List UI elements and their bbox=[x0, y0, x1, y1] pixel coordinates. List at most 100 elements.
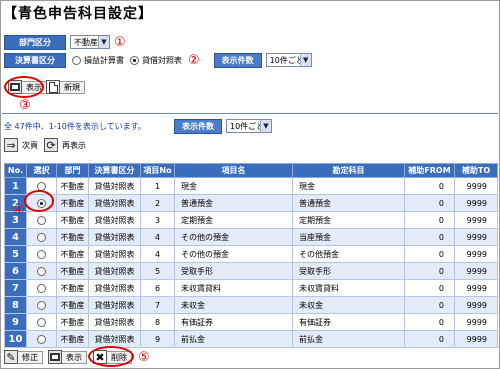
row-item-name: 普通預金 bbox=[174, 194, 293, 212]
row-item-no: 6 bbox=[140, 279, 175, 297]
row-select-radio[interactable] bbox=[37, 334, 46, 344]
count-select[interactable]: 10件ごと ▼ bbox=[265, 53, 312, 67]
radio-pl-label: 損益計算書 bbox=[84, 55, 124, 65]
row-select-radio[interactable] bbox=[37, 266, 46, 276]
next-page-button[interactable]: ⇒ 次頁 bbox=[4, 138, 42, 152]
row-select-cell bbox=[26, 330, 57, 348]
row-sub-to: 9999 bbox=[454, 211, 498, 229]
dept-select[interactable]: 不動産 ▼ bbox=[70, 35, 110, 49]
row-select-cell bbox=[26, 262, 57, 280]
row-report: 貸借対照表 bbox=[88, 330, 141, 348]
row-select-radio[interactable] bbox=[37, 249, 46, 259]
row-number: 1 bbox=[4, 177, 27, 195]
row-item-no: 9 bbox=[140, 330, 175, 348]
list-count-select[interactable]: 10件ごと ▼ bbox=[226, 119, 272, 133]
next-page-label: 次頁 bbox=[22, 140, 38, 150]
table-row: 4 不動産 貸借対照表 4 その他の預金 当座預金 0 9999 bbox=[4, 228, 498, 246]
row-account: 当座預金 bbox=[292, 228, 405, 246]
row-sub-to: 9999 bbox=[454, 330, 498, 348]
monitor-icon bbox=[48, 350, 62, 364]
row-sub-to: 9999 bbox=[454, 245, 498, 263]
redisplay-label: 再表示 bbox=[62, 140, 86, 150]
row-sub-to: 9999 bbox=[454, 279, 498, 297]
row-number: 6 bbox=[4, 262, 27, 280]
row-select-radio[interactable] bbox=[37, 300, 46, 310]
list-count-row: 表示件数 10件ごと ▼ bbox=[174, 118, 272, 134]
row-dept: 不動産 bbox=[56, 194, 89, 212]
row-dept: 不動産 bbox=[56, 228, 89, 246]
table-row: 8 不動産 貸借対照表 7 未収金 未収金 0 9999 bbox=[4, 296, 498, 314]
bottom-display-button[interactable]: 表示 bbox=[48, 350, 87, 364]
result-summary: 全 47件中、1-10件を表示しています。 bbox=[4, 122, 146, 131]
row-sub-to: 9999 bbox=[454, 228, 498, 246]
new-button[interactable]: 新規 bbox=[46, 80, 85, 94]
radio-bs[interactable] bbox=[130, 55, 139, 65]
divider bbox=[2, 113, 498, 114]
report-row: 決算書区分 損益計算書 貸借対照表 ② 表示件数 10件ごと ▼ bbox=[4, 52, 312, 68]
highlight-ellipse-4 bbox=[24, 190, 54, 212]
row-select-cell bbox=[26, 245, 57, 263]
refresh-icon: ⟳ bbox=[44, 138, 58, 152]
row-sub-from: 0 bbox=[404, 245, 455, 263]
row-select-radio[interactable] bbox=[37, 283, 46, 293]
row-sub-from: 0 bbox=[404, 313, 455, 331]
row-item-name: 前払金 bbox=[174, 330, 293, 348]
row-item-no: 2 bbox=[140, 194, 175, 212]
row-account: 未収金 bbox=[292, 296, 405, 314]
col-report: 決算書区分 bbox=[88, 163, 141, 178]
table-row: 5 不動産 貸借対照表 4 その他の預金 その他預金 0 9999 bbox=[4, 245, 498, 263]
dept-row: 部門区分 不動産 ▼ ① bbox=[4, 34, 126, 50]
row-item-name: その他の預金 bbox=[174, 245, 293, 263]
row-select-radio[interactable] bbox=[37, 232, 46, 242]
row-item-no: 1 bbox=[140, 177, 175, 195]
row-item-name: 定期預金 bbox=[174, 211, 293, 229]
row-report: 貸借対照表 bbox=[88, 245, 141, 263]
radio-pl[interactable] bbox=[72, 55, 81, 65]
edit-button[interactable]: ✎ 修正 bbox=[4, 350, 43, 364]
row-item-no: 3 bbox=[140, 211, 175, 229]
row-select-cell bbox=[26, 279, 57, 297]
row-item-no: 4 bbox=[140, 228, 175, 246]
col-select: 選択 bbox=[26, 163, 57, 178]
row-sub-from: 0 bbox=[404, 330, 455, 348]
list-count-label: 表示件数 bbox=[174, 118, 222, 134]
row-item-name: 受取手形 bbox=[174, 262, 293, 280]
page-title: 【青色申告科目設定】 bbox=[3, 6, 153, 22]
row-number: 5 bbox=[4, 245, 27, 263]
arrow-right-icon: ⇒ bbox=[4, 138, 18, 152]
row-report: 貸借対照表 bbox=[88, 279, 141, 297]
row-number: 8 bbox=[4, 296, 27, 314]
row-account: 普通預金 bbox=[292, 194, 405, 212]
row-number: 10 bbox=[4, 330, 27, 348]
row-account: 現金 bbox=[292, 177, 405, 195]
row-report: 貸借対照表 bbox=[88, 194, 141, 212]
highlight-ellipse-3 bbox=[4, 76, 44, 98]
row-select-cell bbox=[26, 228, 57, 246]
row-account: 前払金 bbox=[292, 330, 405, 348]
row-account: 定期預金 bbox=[292, 211, 405, 229]
annotation-1: ① bbox=[114, 34, 126, 50]
table-row: 2 不動産 貸借対照表 2 普通預金 普通預金 0 9999 bbox=[4, 194, 498, 212]
redisplay-button[interactable]: ⟳ 再表示 bbox=[44, 138, 90, 152]
row-select-radio[interactable] bbox=[37, 215, 46, 225]
chevron-down-icon: ▼ bbox=[98, 36, 109, 48]
row-sub-from: 0 bbox=[404, 296, 455, 314]
chevron-down-icon: ▼ bbox=[299, 54, 311, 66]
table-row: 1 不動産 貸借対照表 1 現金 現金 0 9999 bbox=[4, 177, 498, 195]
row-account: 受取手形 bbox=[292, 262, 405, 280]
row-account: 有価証券 bbox=[292, 313, 405, 331]
col-sub-from: 補助FROM bbox=[404, 163, 455, 178]
annotation-5: ⑤ bbox=[138, 350, 150, 365]
row-select-cell bbox=[26, 296, 57, 314]
dept-select-value: 不動産 bbox=[74, 37, 98, 47]
row-sub-from: 0 bbox=[404, 262, 455, 280]
col-dept: 部門 bbox=[56, 163, 89, 178]
row-item-no: 8 bbox=[140, 313, 175, 331]
col-sub-to: 補助TO bbox=[454, 163, 498, 178]
row-select-radio[interactable] bbox=[37, 317, 46, 327]
row-select-cell bbox=[26, 211, 57, 229]
dept-label: 部門区分 bbox=[4, 34, 66, 50]
row-sub-to: 9999 bbox=[454, 313, 498, 331]
row-report: 貸借対照表 bbox=[88, 313, 141, 331]
row-item-name: 現金 bbox=[174, 177, 293, 195]
